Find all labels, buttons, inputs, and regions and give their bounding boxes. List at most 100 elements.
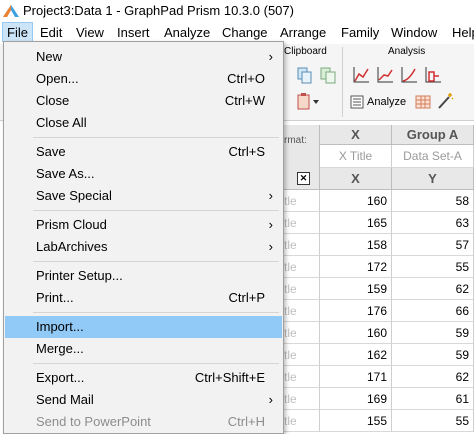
menu-change[interactable]: Change bbox=[222, 25, 268, 40]
row-title-cell[interactable]: tle bbox=[284, 300, 320, 322]
prism-app-icon bbox=[3, 5, 19, 17]
menu-analyze[interactable]: Analyze bbox=[164, 25, 210, 40]
menu-insert[interactable]: Insert bbox=[117, 25, 150, 40]
column-a-subheader: Y bbox=[392, 168, 474, 190]
menu-item-shortcut: Ctrl+Shift+E bbox=[194, 370, 265, 385]
x-value-cell[interactable]: 160 bbox=[320, 190, 392, 212]
analyze-label: Analyze bbox=[367, 96, 407, 108]
x-title-cell[interactable]: X Title bbox=[320, 145, 392, 168]
menu-item-label: Export... bbox=[36, 370, 85, 385]
menu-item-label: Save bbox=[36, 144, 66, 159]
x-value-cell[interactable]: 171 bbox=[320, 366, 392, 388]
row-title-cell[interactable]: tle bbox=[284, 278, 320, 300]
column-a-header[interactable]: Group A bbox=[392, 125, 474, 145]
graph-icon[interactable] bbox=[424, 66, 442, 84]
menu-item-label: Send Mail bbox=[36, 392, 94, 407]
menu-item-new[interactable]: New › bbox=[5, 46, 282, 68]
graph-icon[interactable] bbox=[400, 66, 418, 84]
menu-item-shortcut: Ctrl+O bbox=[227, 71, 265, 86]
copy-icon[interactable] bbox=[295, 66, 313, 84]
menu-view[interactable]: View bbox=[76, 25, 104, 40]
group-a-value-cell[interactable]: 59 bbox=[392, 344, 474, 366]
group-a-value-cell[interactable]: 61 bbox=[392, 388, 474, 410]
menu-edit[interactable]: Edit bbox=[40, 25, 62, 40]
window-title: Project3:Data 1 - GraphPad Prism 10.3.0 … bbox=[23, 3, 294, 18]
row-title-cell[interactable]: tle bbox=[284, 322, 320, 344]
row-title-cell[interactable]: tle bbox=[284, 410, 320, 432]
paste-icon[interactable] bbox=[296, 92, 320, 110]
row-title-cell[interactable]: tle bbox=[284, 388, 320, 410]
menu-help[interactable]: Help bbox=[452, 25, 474, 40]
file-menu-dropdown: New › Open... Ctrl+O Close Ctrl+W Close All Sav… bbox=[3, 41, 284, 434]
title-bar: Project3:Data 1 - GraphPad Prism 10.3.0 … bbox=[0, 0, 474, 22]
group-a-value-cell[interactable]: 57 bbox=[392, 234, 474, 256]
menu-item-label: Send to PowerPoint bbox=[36, 414, 151, 429]
menu-item-label: Merge... bbox=[36, 341, 84, 356]
menu-item-save-as[interactable]: Save As... bbox=[5, 163, 282, 185]
graph-icon[interactable] bbox=[376, 66, 394, 84]
menu-item-close-all[interactable]: Close All bbox=[5, 112, 282, 134]
row-title-cell[interactable]: tle bbox=[284, 366, 320, 388]
menu-item-send-mail[interactable]: Send Mail › bbox=[5, 389, 282, 411]
row-title-cell[interactable]: tle bbox=[284, 190, 320, 212]
close-box-icon[interactable]: ✕ bbox=[297, 172, 310, 185]
group-a-value-cell[interactable]: 66 bbox=[392, 300, 474, 322]
menu-item-label: Open... bbox=[36, 71, 79, 86]
row-title-cell[interactable]: tle bbox=[284, 256, 320, 278]
menu-item-open[interactable]: Open... Ctrl+O bbox=[5, 68, 282, 90]
copy-graph-icon[interactable] bbox=[319, 66, 337, 84]
menu-item-save[interactable]: Save Ctrl+S bbox=[5, 141, 282, 163]
menu-window[interactable]: Window bbox=[391, 25, 437, 40]
menu-separator bbox=[33, 210, 279, 211]
group-a-value-cell[interactable]: 63 bbox=[392, 212, 474, 234]
menu-item-shortcut: Ctrl+S bbox=[228, 144, 265, 159]
group-a-value-cell[interactable]: 55 bbox=[392, 410, 474, 432]
x-value-cell[interactable]: 162 bbox=[320, 344, 392, 366]
x-value-cell[interactable]: 155 bbox=[320, 410, 392, 432]
row-title-cell[interactable]: tle bbox=[284, 344, 320, 366]
group-a-value-cell[interactable]: 62 bbox=[392, 366, 474, 388]
x-value-cell[interactable]: 158 bbox=[320, 234, 392, 256]
analyze-button[interactable]: Analyze bbox=[350, 94, 406, 110]
menu-item-export[interactable]: Export... Ctrl+Shift+E bbox=[5, 367, 282, 389]
column-x-header[interactable]: X bbox=[320, 125, 392, 145]
group-a-value-cell[interactable]: 58 bbox=[392, 190, 474, 212]
menu-item-print[interactable]: Print... Ctrl+P bbox=[5, 287, 282, 309]
menu-item-label: Close All bbox=[36, 115, 87, 130]
menu-separator bbox=[33, 261, 279, 262]
group-a-value-cell[interactable]: 59 bbox=[392, 322, 474, 344]
menu-item-save-special[interactable]: Save Special › bbox=[5, 185, 282, 207]
graph-icon[interactable] bbox=[352, 66, 370, 84]
menu-item-printer-setup[interactable]: Printer Setup... bbox=[5, 265, 282, 287]
menu-item-labarchives[interactable]: LabArchives › bbox=[5, 236, 282, 258]
group-a-value-cell[interactable]: 62 bbox=[392, 278, 474, 300]
menu-item-close[interactable]: Close Ctrl+W bbox=[5, 90, 282, 112]
magic-wand-icon[interactable] bbox=[436, 92, 454, 110]
dataset-a-title-cell[interactable]: Data Set-A bbox=[392, 145, 474, 168]
x-value-cell[interactable]: 165 bbox=[320, 212, 392, 234]
menu-item-label: Close bbox=[36, 93, 70, 108]
x-value-cell[interactable]: 169 bbox=[320, 388, 392, 410]
table-icon[interactable] bbox=[414, 93, 432, 111]
menu-separator bbox=[33, 363, 279, 364]
x-value-cell[interactable]: 172 bbox=[320, 256, 392, 278]
menu-item-label: Import... bbox=[36, 319, 84, 334]
format-header[interactable]: rmat: bbox=[284, 125, 320, 169]
row-title-cell[interactable]: tle bbox=[284, 212, 320, 234]
menu-item-label: Printer Setup... bbox=[36, 268, 123, 283]
menu-item-merge[interactable]: Merge... bbox=[5, 338, 282, 360]
menu-item-import[interactable]: Import... bbox=[5, 316, 282, 338]
row-title-cell[interactable]: tle bbox=[284, 234, 320, 256]
analyze-icon bbox=[350, 95, 364, 109]
menu-arrange[interactable]: Arrange bbox=[280, 25, 326, 40]
menu-file[interactable]: File bbox=[2, 22, 33, 42]
x-value-cell[interactable]: 176 bbox=[320, 300, 392, 322]
x-value-cell[interactable]: 160 bbox=[320, 322, 392, 344]
menu-item-label: New bbox=[36, 49, 63, 64]
x-value-cell[interactable]: 159 bbox=[320, 278, 392, 300]
group-a-value-cell[interactable]: 55 bbox=[392, 256, 474, 278]
menu-item-prism-cloud[interactable]: Prism Cloud › bbox=[5, 214, 282, 236]
menu-item-send-to-powerpoint: Send to PowerPoint Ctrl+H bbox=[5, 411, 282, 433]
menu-family[interactable]: Family bbox=[341, 25, 379, 40]
menu-item-shortcut: Ctrl+P bbox=[228, 290, 265, 305]
